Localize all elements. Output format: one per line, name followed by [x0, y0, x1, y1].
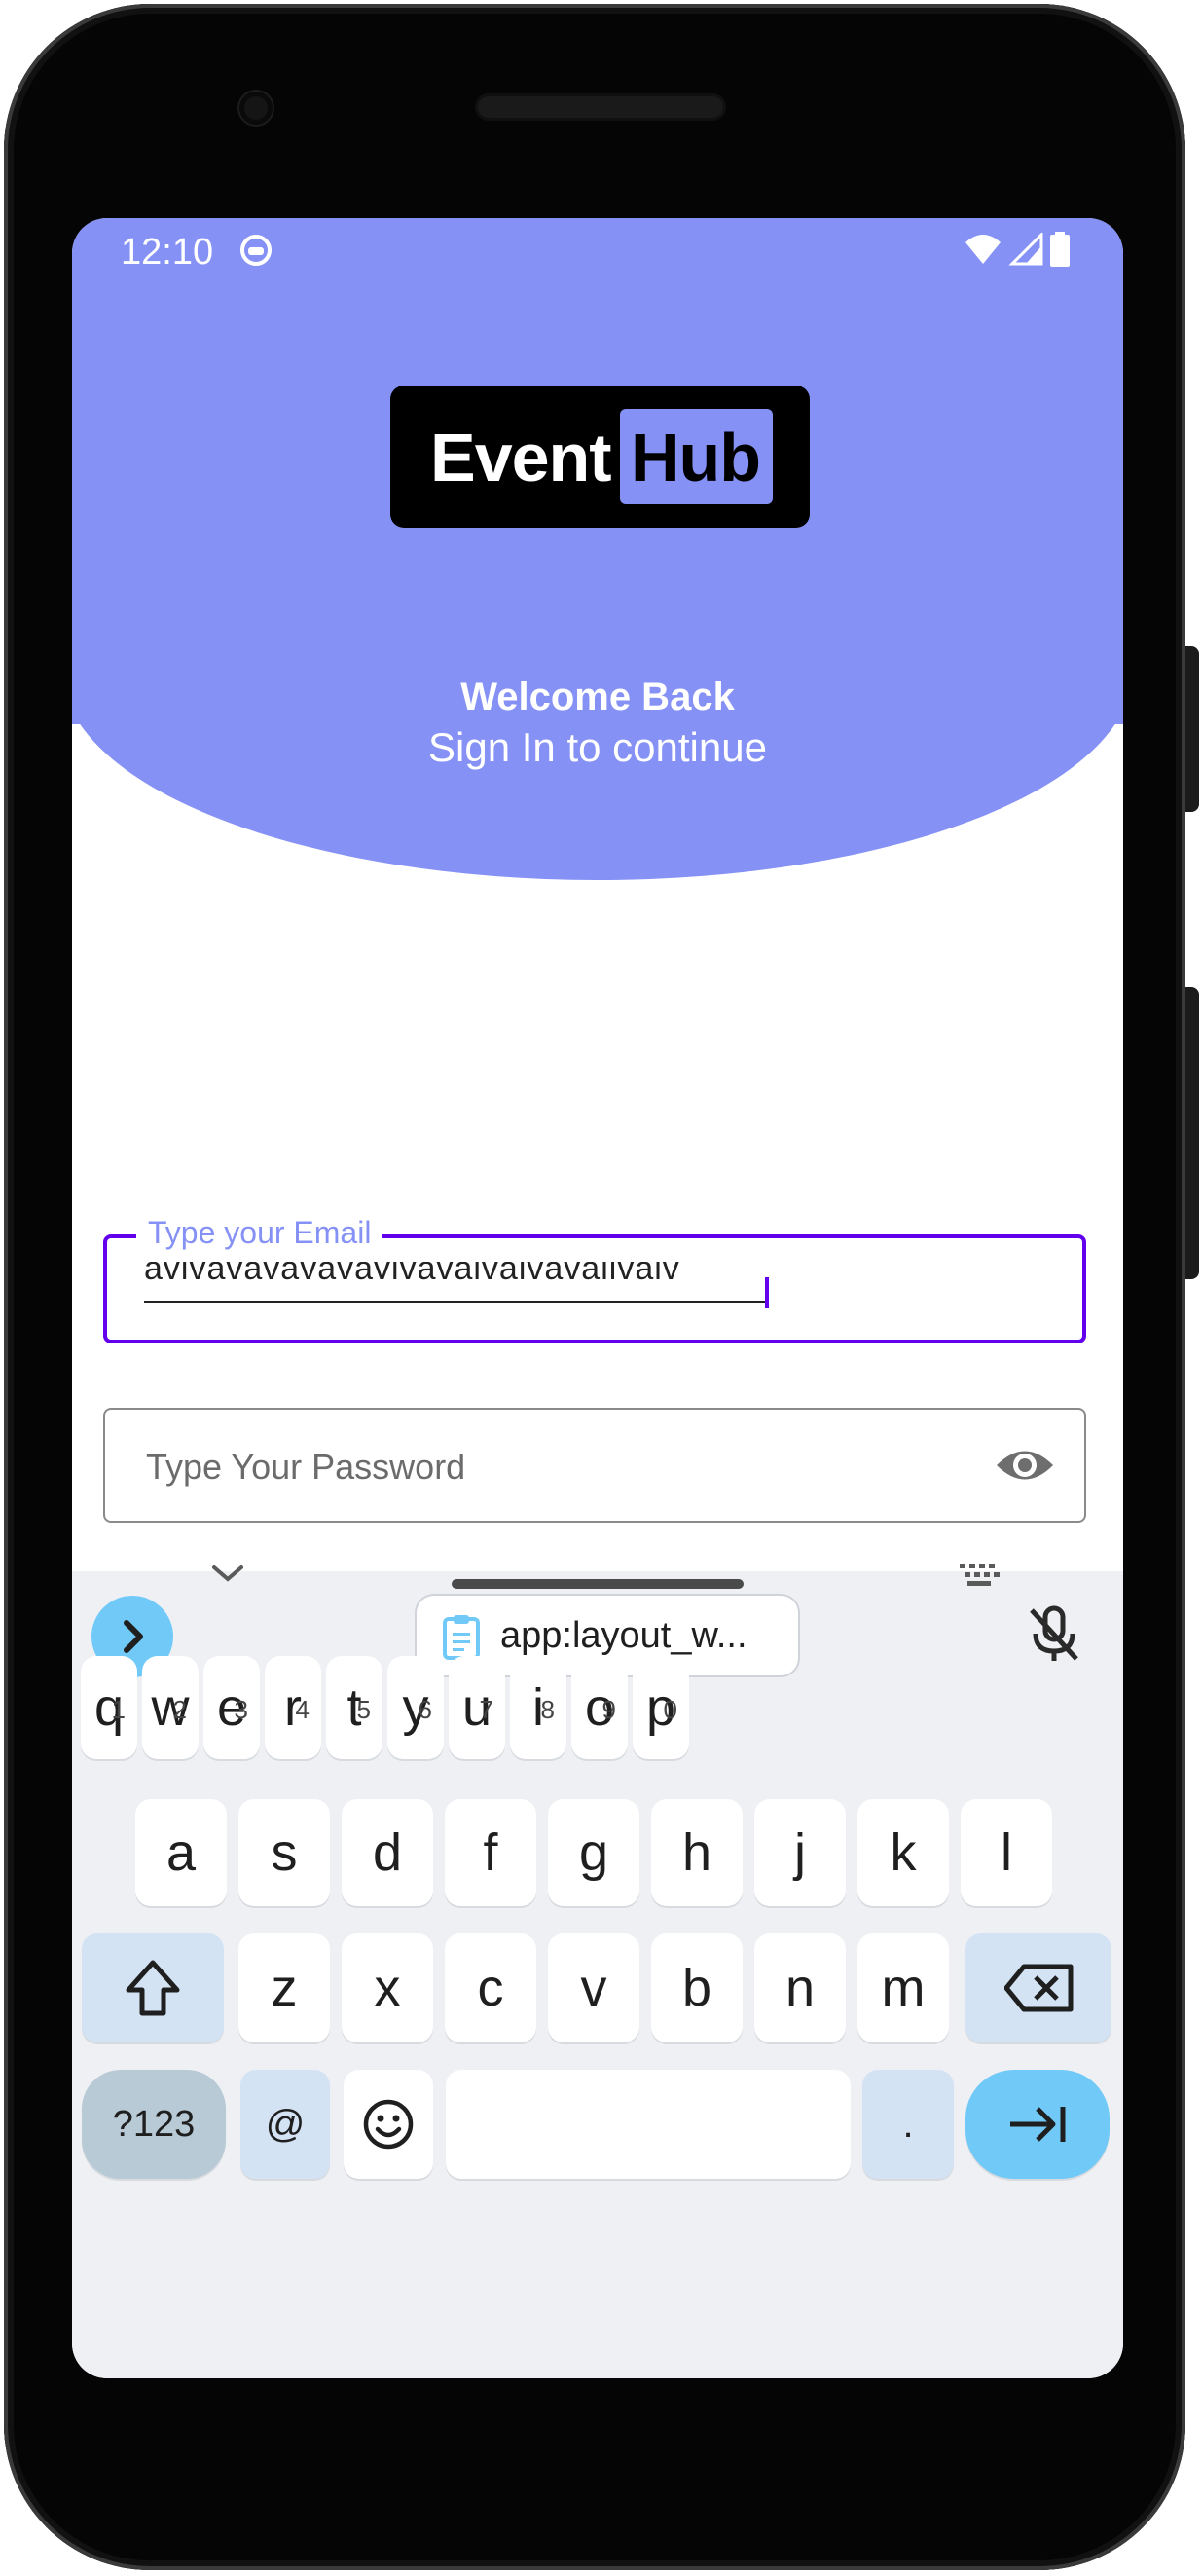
eventhub-logo: Event Hub: [390, 386, 810, 528]
key-s[interactable]: s: [238, 1799, 330, 1906]
key-k[interactable]: k: [857, 1799, 949, 1906]
space-key[interactable]: [446, 2070, 851, 2179]
android-debug-icon: [240, 235, 272, 266]
wifi-icon: [965, 235, 1001, 264]
home-indicator[interactable]: [452, 1579, 744, 1589]
key-p[interactable]: p0: [633, 1656, 689, 1759]
symbols-key[interactable]: ?123: [82, 2070, 226, 2179]
key-w[interactable]: w2: [142, 1656, 199, 1759]
keyboard-switch-icon[interactable]: [958, 1560, 1002, 1589]
shift-key[interactable]: [82, 1933, 224, 2042]
earpiece-speaker: [475, 93, 726, 121]
tab-next-icon: [1010, 2107, 1066, 2142]
password-field[interactable]: Type Your Password: [103, 1408, 1086, 1523]
hide-keyboard-chevron-icon[interactable]: [208, 1562, 247, 1585]
status-bar: 12:10: [72, 218, 1123, 286]
key-l[interactable]: l: [961, 1799, 1052, 1906]
next-field-key[interactable]: [965, 2070, 1110, 2179]
key-u[interactable]: u7: [449, 1656, 505, 1759]
password-placeholder: Type Your Password: [146, 1447, 466, 1487]
clipboard-suggestion-text: app:layout_w...: [500, 1615, 747, 1656]
email-field[interactable]: Type your Email avivavavavavavivavaivaiv…: [103, 1215, 1086, 1343]
emoji-key[interactable]: [344, 2070, 433, 2179]
period-key[interactable]: .: [862, 2070, 954, 2179]
key-f[interactable]: f: [445, 1799, 536, 1906]
emoji-icon: [363, 2099, 414, 2150]
key-n[interactable]: n: [754, 1933, 846, 2042]
front-camera: [239, 92, 273, 125]
key-t[interactable]: t5: [326, 1656, 382, 1759]
key-m[interactable]: m: [857, 1933, 949, 2042]
at-key[interactable]: @: [240, 2070, 330, 2179]
shift-arrow-icon: [126, 1960, 180, 2016]
logo-text-hub: Hub: [631, 420, 761, 496]
key-b[interactable]: b: [651, 1933, 743, 2042]
status-time: 12:10: [121, 232, 214, 273]
email-input-value[interactable]: avivavavavavavivavaivaivavaiivaiv: [144, 1262, 767, 1303]
key-z[interactable]: z: [238, 1933, 330, 2042]
soft-keyboard: app:layout_w... q1 w2 e3 r4 t5 y6 u7 i8 …: [72, 1571, 1123, 2378]
welcome-subtitle: Sign In to continue: [428, 724, 767, 770]
email-label: Type your Email: [136, 1215, 383, 1251]
text-cursor: [765, 1277, 769, 1308]
key-o[interactable]: o9: [571, 1656, 628, 1759]
mic-off-icon[interactable]: [1026, 1604, 1082, 1665]
backspace-icon: [1004, 1964, 1074, 2012]
battery-icon: [1050, 232, 1070, 267]
key-v[interactable]: v: [548, 1933, 639, 2042]
volume-button: [1185, 646, 1199, 812]
key-y[interactable]: y6: [387, 1656, 444, 1759]
key-x[interactable]: x: [342, 1933, 433, 2042]
status-icons: [964, 232, 1071, 267]
key-c[interactable]: c: [445, 1933, 536, 2042]
key-e[interactable]: e3: [203, 1656, 260, 1759]
phone-frame: 12:10 Event Hub Welcome Back Sign In to …: [4, 4, 1199, 2570]
clipboard-icon: [443, 1615, 480, 1660]
key-r[interactable]: r4: [265, 1656, 321, 1759]
key-i[interactable]: i8: [510, 1656, 566, 1759]
key-q[interactable]: q1: [81, 1656, 137, 1759]
backspace-key[interactable]: [965, 1933, 1111, 2042]
logo-text-event: Event: [430, 420, 612, 496]
cellular-signal-icon: [1008, 233, 1043, 266]
key-a[interactable]: a: [135, 1799, 227, 1906]
eye-icon[interactable]: [995, 1443, 1055, 1488]
welcome-title: Welcome Back: [460, 676, 735, 718]
key-h[interactable]: h: [651, 1799, 743, 1906]
power-button: [1185, 987, 1199, 1279]
key-d[interactable]: d: [342, 1799, 433, 1906]
key-g[interactable]: g: [548, 1799, 639, 1906]
key-j[interactable]: j: [754, 1799, 846, 1906]
app-screen: 12:10 Event Hub Welcome Back Sign In to …: [72, 218, 1123, 2378]
